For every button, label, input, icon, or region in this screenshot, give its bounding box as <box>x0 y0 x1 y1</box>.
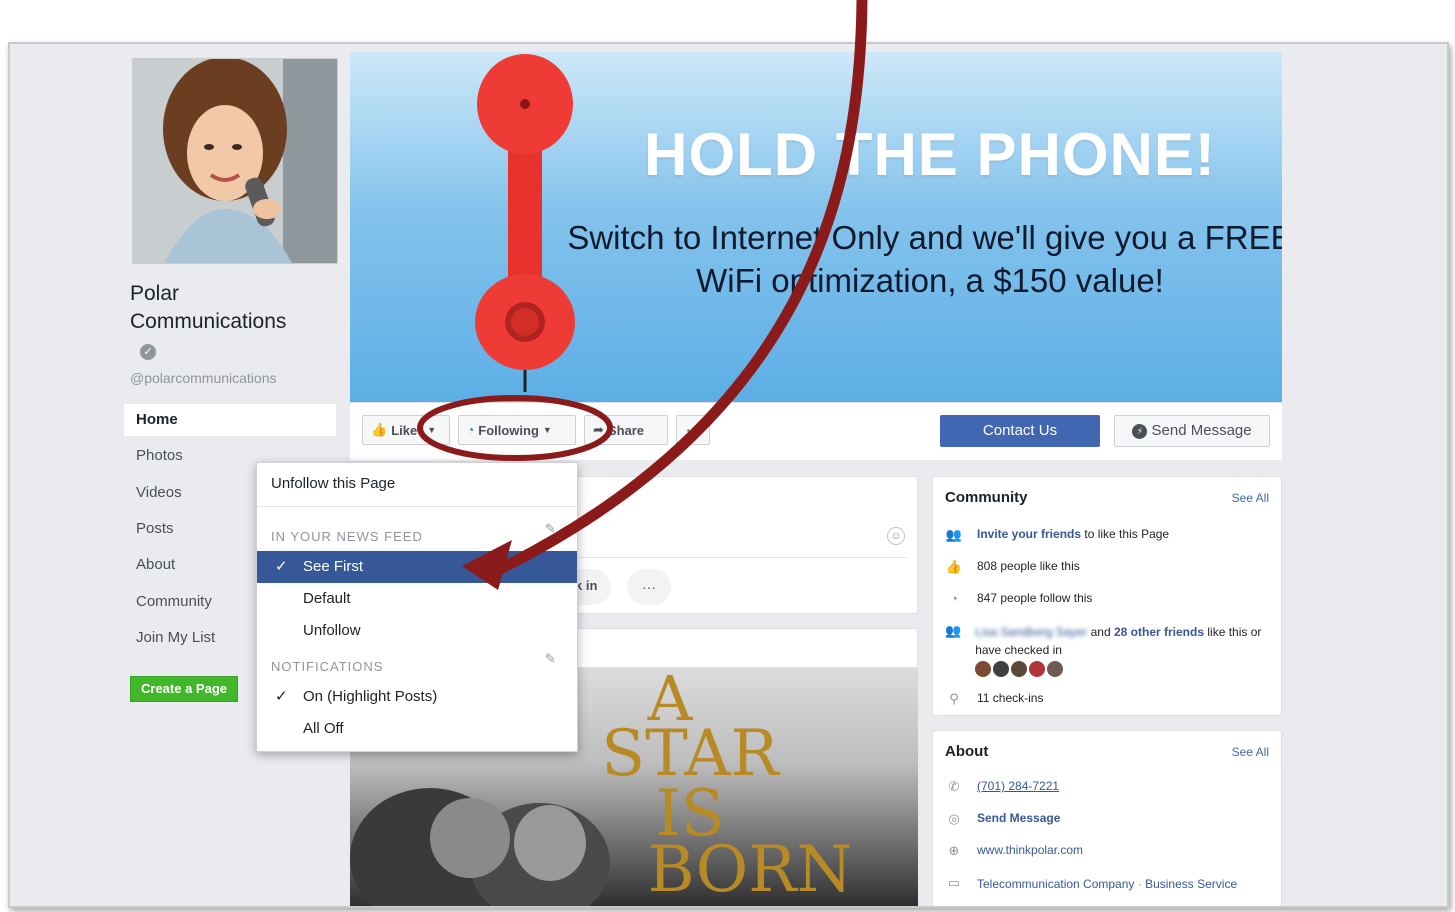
check-icon: ✓ <box>275 558 288 575</box>
following-button[interactable]: ◔ Following ▼ <box>458 415 576 445</box>
like-thumb-icon: 👍 <box>371 422 388 437</box>
chevron-down-icon: ▼ <box>427 425 437 435</box>
news-feed-heading: IN YOUR NEWS FEED <box>271 529 423 544</box>
send-message-button[interactable]: ⚡ Send Message <box>1114 415 1270 447</box>
unfollow-option[interactable]: Unfollow <box>257 615 577 647</box>
community-see-all-link[interactable]: See All <box>1232 491 1269 505</box>
cover-photo[interactable]: HOLD THE PHONE! Switch to Internet Only … <box>350 52 1282 402</box>
friends-like-text: Lisa Sandberg Sayer and 28 other friends… <box>975 623 1265 677</box>
category-link-telecom[interactable]: Telecommunication Company <box>977 877 1134 891</box>
default-option[interactable]: Default <box>257 583 577 615</box>
friend-name-link[interactable]: Lisa Sandberg Sayer <box>975 625 1087 639</box>
verified-check-icon: ✓ <box>140 344 156 360</box>
more-options-button[interactable]: ··· <box>676 415 710 445</box>
on-highlight-label: On (Highlight Posts) <box>303 688 438 705</box>
friend-avatar[interactable] <box>993 660 1010 677</box>
like-thumb-icon: 👍 <box>945 559 963 574</box>
send-message-label: Send Message <box>1151 422 1252 439</box>
share-button-label: Share <box>607 422 645 438</box>
chevron-down-icon: ▼ <box>542 425 552 435</box>
invite-friends-rest: to like this Page <box>1084 527 1170 541</box>
friend-avatar[interactable] <box>1011 660 1028 677</box>
all-off-option[interactable]: All Off <box>257 713 577 745</box>
rss-icon: ◔ <box>467 423 475 437</box>
about-see-all-link[interactable]: See All <box>1232 745 1269 759</box>
contact-us-button[interactable]: Contact Us <box>940 415 1100 447</box>
see-first-option[interactable]: ✓ See First <box>257 551 577 583</box>
category-link-business[interactable]: Business Service <box>1145 877 1237 891</box>
about-title: About <box>945 743 989 760</box>
rss-icon: ◔ <box>950 591 958 606</box>
edit-pencil-icon[interactable]: ✎ <box>545 521 556 537</box>
page-action-bar: 👍 Like ▼ ◔ Following ▼ ➦ Share ··· Conta… <box>350 402 1282 460</box>
cover-subline: Switch to Internet Only and we'll give y… <box>567 219 1282 299</box>
location-pin-icon: ⚲ <box>949 691 959 706</box>
poster-couple-silhouette <box>350 788 610 906</box>
post-more-button[interactable]: ··· <box>627 569 671 605</box>
friend-avatar[interactable] <box>1029 660 1046 677</box>
follows-count-text: 847 people follow this <box>977 591 1093 605</box>
community-card: Community See All 👥 Invite your friends … <box>932 476 1282 716</box>
category-icon: ▭ <box>947 875 961 890</box>
friend-avatar[interactable] <box>1047 660 1064 677</box>
like-button[interactable]: 👍 Like ▼ <box>362 415 450 445</box>
like-button-label: Like <box>391 422 418 438</box>
category-separator: · <box>1134 877 1146 891</box>
about-card: About See All ✆ (701) 284-7221 ◎ Send Me… <box>932 730 1282 906</box>
community-title: Community <box>945 489 1028 506</box>
invite-friends-icon: 👥 <box>945 527 963 542</box>
unfollow-page-item[interactable]: Unfollow this Page <box>257 463 577 507</box>
likes-count-text: 808 people like this <box>977 559 1080 573</box>
share-button[interactable]: ➦ Share <box>584 415 668 445</box>
see-first-label: See First <box>303 558 364 575</box>
nav-item-home[interactable]: Home <box>124 404 336 436</box>
facebook-page-screenshot: Polar Communications ✓ @polarcommunicati… <box>8 42 1449 908</box>
friends-mid-text: and <box>1090 625 1111 639</box>
checkins-count-text: 11 check-ins <box>977 691 1044 705</box>
edit-pencil-icon[interactable]: ✎ <box>545 651 556 667</box>
category-text: Telecommunication Company · Business Ser… <box>977 875 1237 893</box>
messenger-icon: ◎ <box>948 811 960 826</box>
friend-avatar[interactable] <box>975 660 992 677</box>
phone-number-link[interactable]: (701) 284-7221 <box>977 779 1059 793</box>
page-name: Polar Communications <box>130 282 287 333</box>
messenger-icon: ⚡ <box>1132 423 1148 439</box>
about-send-message-link[interactable]: Send Message <box>977 811 1060 825</box>
profile-photo-illustration <box>133 59 337 263</box>
cover-headline: HOLD THE PHONE! <box>644 121 1216 188</box>
profile-picture[interactable] <box>132 58 338 264</box>
notifications-heading: NOTIFICATIONS <box>271 659 384 674</box>
poster-title-born: BORN <box>647 833 853 907</box>
create-page-button[interactable]: Create a Page <box>130 676 238 702</box>
friends-icon: 👥 <box>945 623 962 638</box>
page-handle[interactable]: @polarcommunications <box>130 370 277 386</box>
globe-icon: ⊕ <box>948 843 960 858</box>
website-link[interactable]: www.thinkpolar.com <box>977 843 1083 857</box>
other-friends-link[interactable]: 28 other friends <box>1114 625 1204 639</box>
share-arrow-icon: ➦ <box>593 422 604 437</box>
invite-friends-text: Invite your friends to like this Page <box>977 527 1169 541</box>
emoji-icon[interactable]: ☺ <box>887 527 905 545</box>
check-icon: ✓ <box>275 688 288 705</box>
following-button-label: Following <box>478 422 539 438</box>
phone-icon: ✆ <box>948 779 960 794</box>
following-dropdown-menu: Unfollow this Page IN YOUR NEWS FEED ✎ ✓… <box>256 462 578 752</box>
invite-friends-link[interactable]: Invite your friends <box>977 527 1081 541</box>
on-highlight-option[interactable]: ✓ On (Highlight Posts) <box>257 681 577 713</box>
